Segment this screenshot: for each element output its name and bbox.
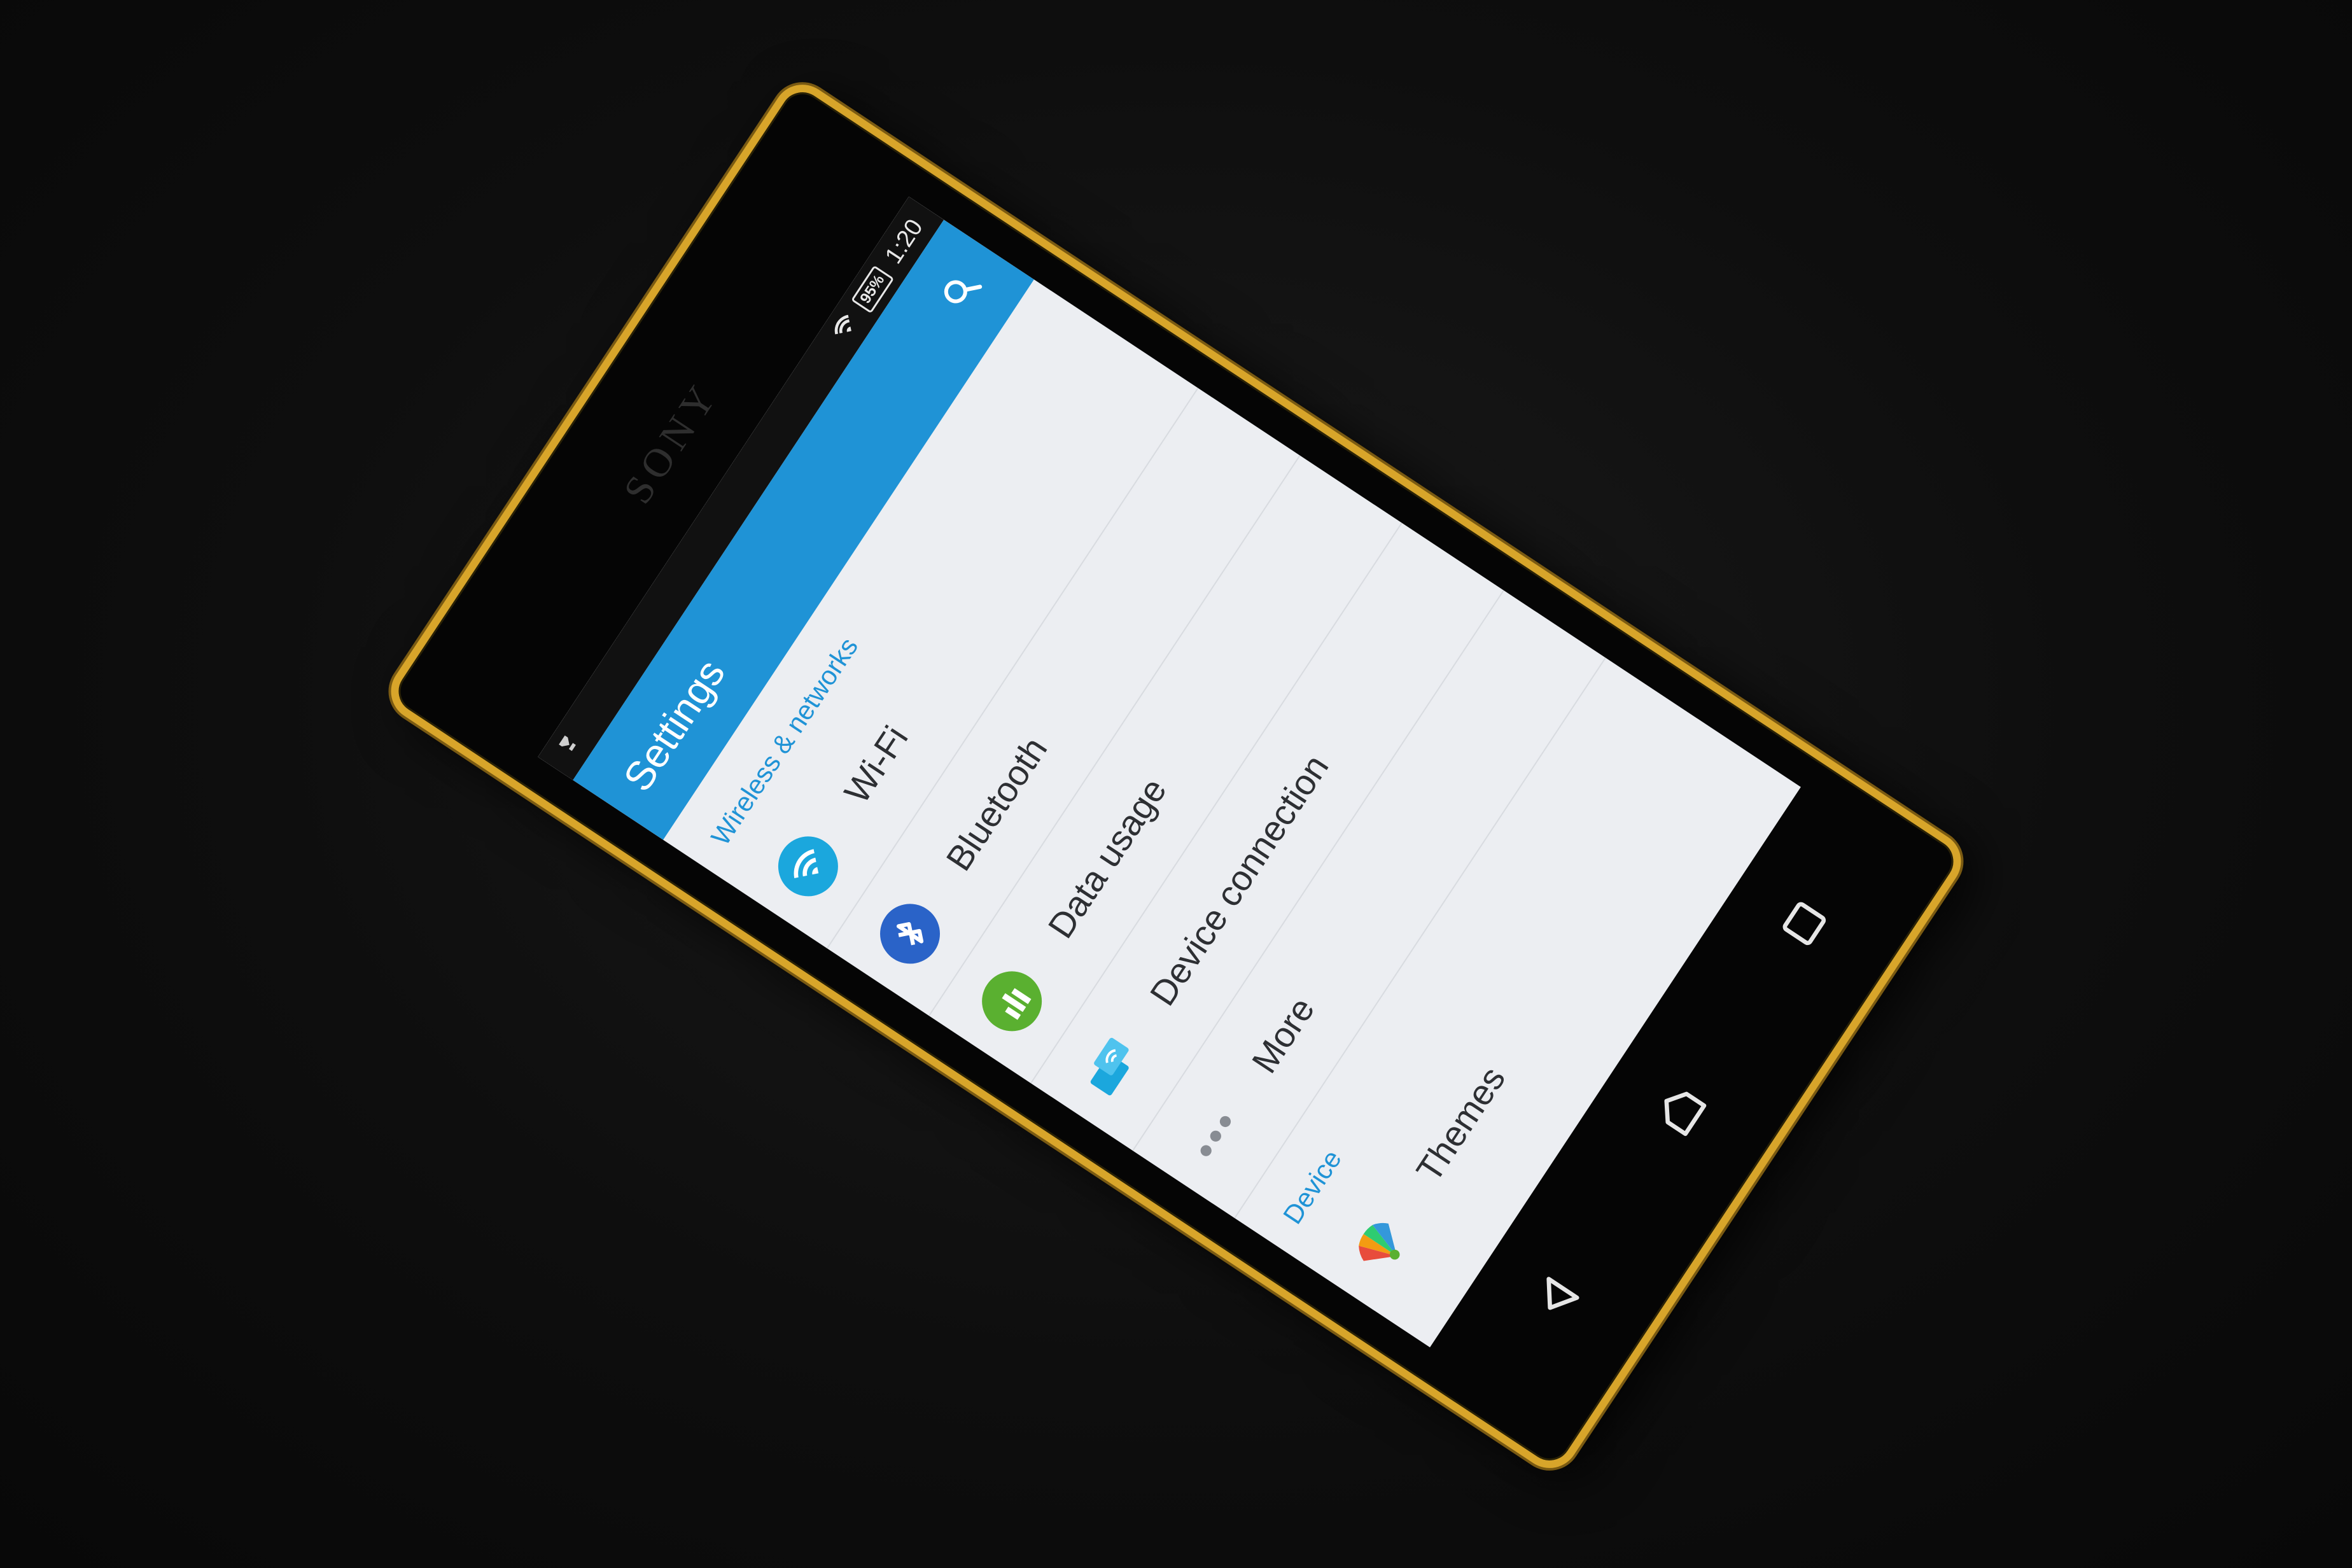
search-button[interactable] — [930, 261, 992, 323]
back-icon — [1522, 1262, 1595, 1334]
phone-device: SONY 95% 1:20 Settings Wireless & networ… — [379, 73, 1973, 1480]
wifi-icon — [767, 825, 850, 907]
home-icon — [1645, 1075, 1718, 1147]
setting-label-wifi: Wi-Fi — [836, 718, 916, 810]
back-button[interactable] — [1509, 1249, 1606, 1346]
bluetooth-icon — [869, 892, 951, 975]
notification-icon — [553, 729, 588, 763]
recents-button[interactable] — [1757, 876, 1854, 972]
wifi-signal-icon — [829, 310, 866, 347]
setting-label-more: More — [1243, 990, 1322, 1080]
search-icon — [934, 264, 989, 319]
setting-label-themes: Themes — [1408, 1059, 1513, 1189]
recents-icon — [1768, 888, 1842, 961]
brand-logo: SONY — [614, 372, 728, 512]
device-connection-icon — [1072, 1027, 1155, 1110]
themes-icon — [1339, 1203, 1422, 1286]
more-icon — [1174, 1095, 1257, 1177]
photo-scene: SONY 95% 1:20 Settings Wireless & networ… — [0, 0, 2352, 1568]
data-usage-icon — [970, 960, 1053, 1042]
home-button[interactable] — [1633, 1063, 1730, 1159]
